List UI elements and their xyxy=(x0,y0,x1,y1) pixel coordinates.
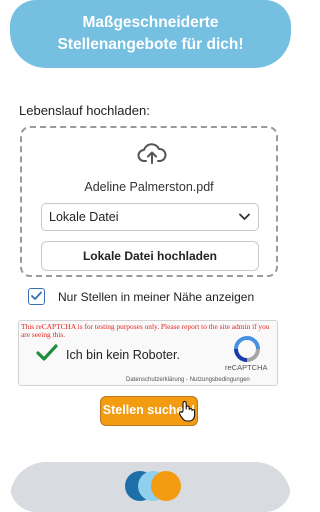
recaptcha-widget: This reCAPTCHA is for testing purposes o… xyxy=(18,320,278,386)
source-select[interactable]: Lokale Datei xyxy=(41,203,259,231)
file-dropzone[interactable]: Adeline Palmerston.pdf Lokale Datei Loka… xyxy=(20,126,278,277)
nearby-checkbox-label: Nur Stellen in meiner Nähe anzeigen xyxy=(58,290,255,304)
header-title-line1: Maßgeschneiderte xyxy=(82,14,219,31)
captcha-checkmark-icon[interactable] xyxy=(36,344,58,362)
brand-logo-icon xyxy=(125,471,181,501)
hand-cursor-icon xyxy=(178,400,196,422)
recaptcha-logo-icon xyxy=(234,336,260,362)
chevron-down-icon xyxy=(239,213,250,220)
recaptcha-brand: reCAPTCHA xyxy=(225,363,268,372)
nearby-checkbox[interactable] xyxy=(28,288,45,305)
recaptcha-privacy-links[interactable]: Datenschutzerklärung - Nutzungsbedingung… xyxy=(126,377,250,383)
header-banner: Maßgeschneiderte Stellenangebote für dic… xyxy=(10,0,291,68)
app-screen: Maßgeschneiderte Stellenangebote für dic… xyxy=(10,0,291,512)
checkmark-icon xyxy=(31,291,42,300)
selected-filename: Adeline Palmerston.pdf xyxy=(84,180,214,194)
upload-local-file-button[interactable]: Lokale Datei hochladen xyxy=(41,241,259,271)
source-select-value: Lokale Datei xyxy=(49,210,119,224)
upload-label: Lebenslauf hochladen: xyxy=(19,103,150,118)
recaptcha-label: Ich bin kein Roboter. xyxy=(66,348,180,362)
header-title-line2: Stellenangebote für dich! xyxy=(57,36,244,53)
cloud-upload-icon xyxy=(137,143,167,164)
